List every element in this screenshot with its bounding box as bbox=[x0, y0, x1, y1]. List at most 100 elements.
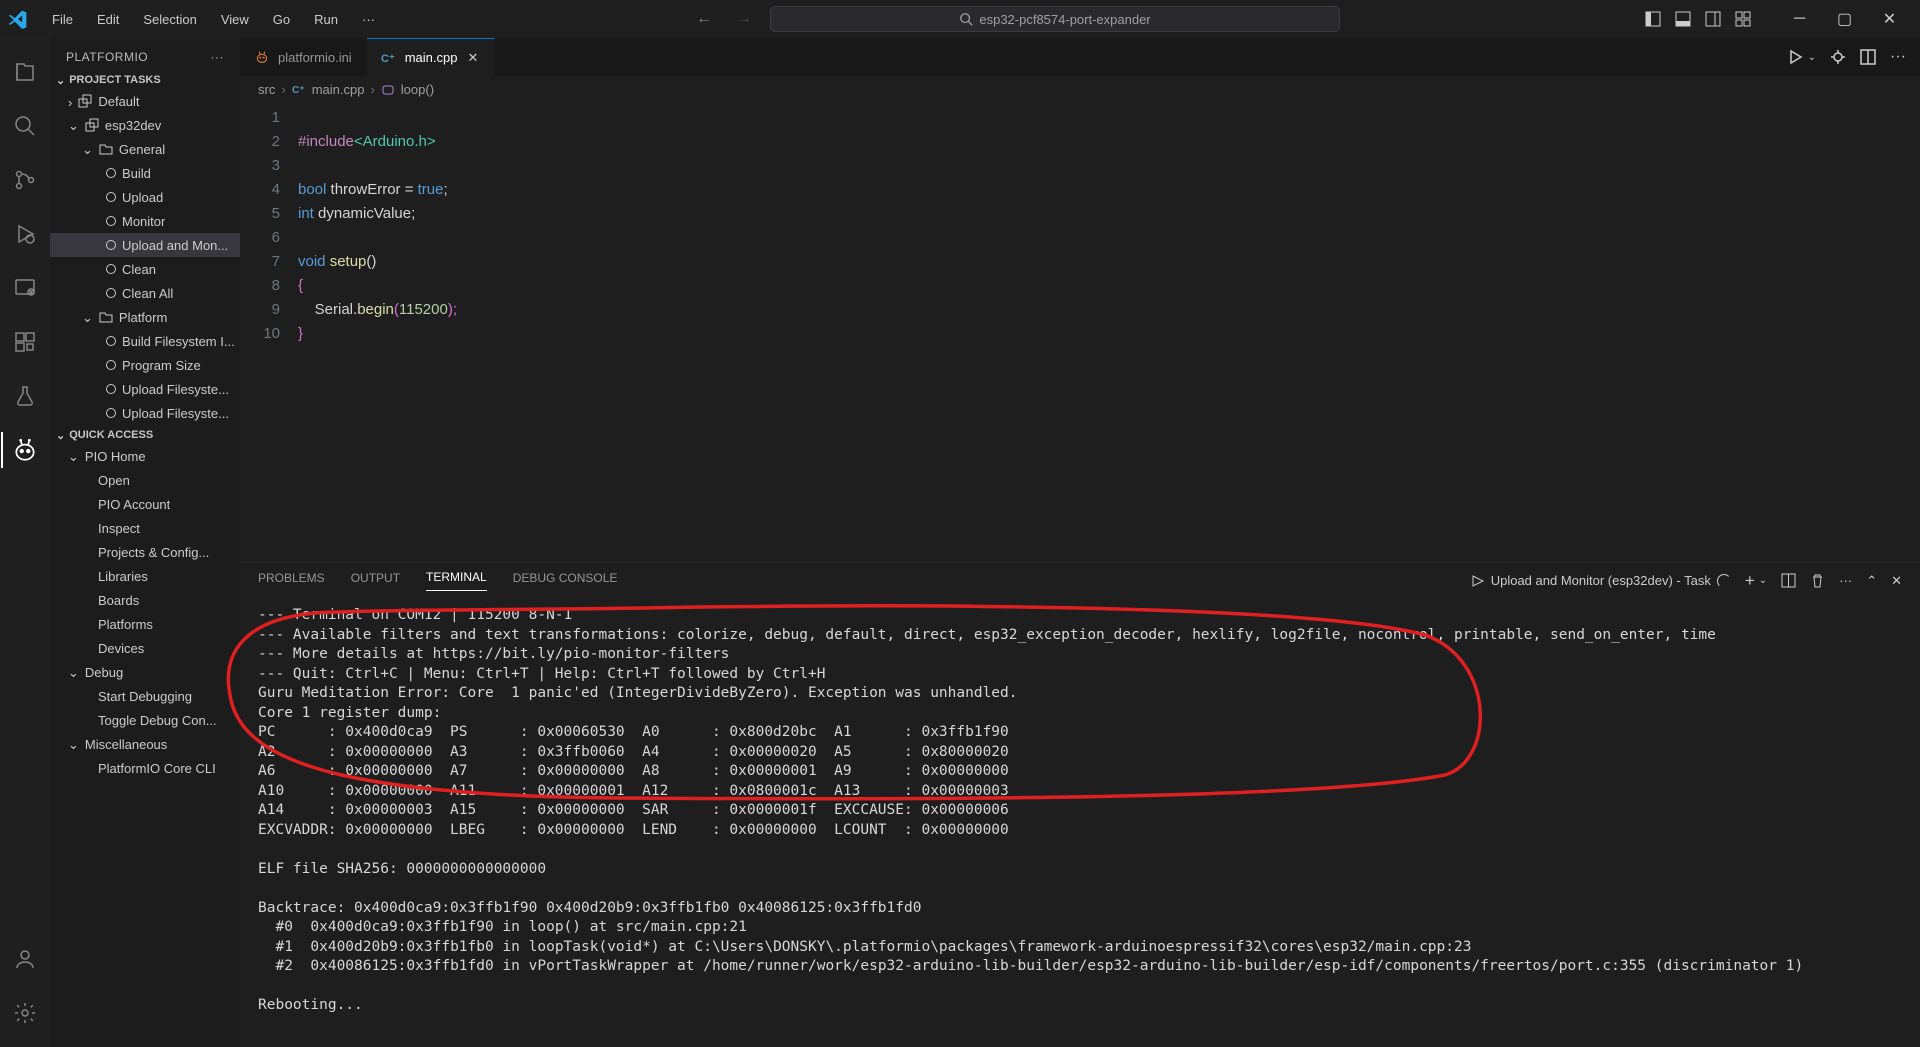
code-content: #include<Arduino.h> bool throwError = tr… bbox=[298, 102, 1920, 562]
tabs-bar: platformio.ini C⁺ main.cpp ✕ ⌄ ··· bbox=[240, 38, 1920, 76]
folder-platform[interactable]: ⌄Platform bbox=[50, 305, 240, 329]
title-bar: File Edit Selection View Go Run ··· ← → … bbox=[0, 0, 1920, 38]
spinner-icon bbox=[1717, 574, 1731, 588]
panel-more-icon[interactable]: ··· bbox=[1839, 573, 1852, 588]
run-icon[interactable] bbox=[1788, 49, 1804, 65]
activity-extensions-icon[interactable] bbox=[1, 318, 49, 366]
sidebar-more-icon[interactable]: ··· bbox=[211, 50, 225, 64]
panel: PROBLEMS OUTPUT TERMINAL DEBUG CONSOLE U… bbox=[240, 562, 1920, 1047]
panel-tab-output[interactable]: OUTPUT bbox=[351, 571, 400, 591]
activity-testing-icon[interactable] bbox=[1, 372, 49, 420]
task-clean-all[interactable]: Clean All bbox=[50, 281, 240, 305]
activity-explorer-icon[interactable] bbox=[1, 48, 49, 96]
panel-tab-terminal[interactable]: TERMINAL bbox=[426, 570, 487, 591]
layout-sidebar-left-icon[interactable] bbox=[1645, 11, 1661, 27]
kill-terminal-icon[interactable] bbox=[1810, 573, 1825, 588]
activity-remote-icon[interactable] bbox=[1, 264, 49, 312]
terminal-output[interactable]: --- Terminal on COM12 | 115200 8-N-1 ---… bbox=[240, 598, 1920, 1047]
task-build-fs[interactable]: Build Filesystem I... bbox=[50, 329, 240, 353]
run-dropdown-icon[interactable]: ⌄ bbox=[1808, 52, 1816, 63]
qa-open[interactable]: Open bbox=[50, 468, 240, 492]
panel-tabs: PROBLEMS OUTPUT TERMINAL DEBUG CONSOLE U… bbox=[240, 563, 1920, 598]
layout-sidebar-right-icon[interactable] bbox=[1705, 11, 1721, 27]
task-run-icon bbox=[1471, 574, 1485, 588]
qa-devices[interactable]: Devices bbox=[50, 636, 240, 660]
search-icon bbox=[959, 12, 973, 26]
sidebar: PLATFORMIO ··· ⌄PROJECT TASKS ›Default ⌄… bbox=[50, 38, 240, 1047]
task-upload[interactable]: Upload bbox=[50, 185, 240, 209]
menu-overflow[interactable]: ··· bbox=[352, 8, 385, 31]
qa-pio-home[interactable]: ⌄PIO Home bbox=[50, 444, 240, 468]
qa-start-debug[interactable]: Start Debugging bbox=[50, 684, 240, 708]
tab-close-icon[interactable]: ✕ bbox=[465, 50, 480, 66]
new-terminal-dropdown-icon[interactable]: ⌄ bbox=[1759, 575, 1767, 586]
panel-close-icon[interactable]: ✕ bbox=[1891, 573, 1902, 589]
qa-inspect[interactable]: Inspect bbox=[50, 516, 240, 540]
section-quick-access[interactable]: ⌄QUICK ACCESS bbox=[50, 425, 240, 444]
line-numbers: 12345678910 bbox=[240, 102, 298, 562]
window-close[interactable]: ✕ bbox=[1867, 4, 1912, 34]
window-maximize[interactable]: ▢ bbox=[1822, 4, 1867, 34]
menu-selection[interactable]: Selection bbox=[133, 8, 206, 31]
activity-accounts-icon[interactable] bbox=[1, 935, 49, 983]
tab-platformio-ini[interactable]: platformio.ini bbox=[240, 38, 367, 76]
activity-source-control-icon[interactable] bbox=[1, 156, 49, 204]
activity-platformio-icon[interactable] bbox=[1, 426, 49, 474]
tab-main-cpp[interactable]: C⁺ main.cpp ✕ bbox=[367, 38, 496, 76]
new-terminal-icon[interactable]: + bbox=[1745, 571, 1755, 591]
command-center[interactable]: esp32-pcf8574-port-expander bbox=[770, 6, 1340, 32]
task-upload-fs2[interactable]: Upload Filesyste... bbox=[50, 401, 240, 425]
task-build[interactable]: Build bbox=[50, 161, 240, 185]
layout-panel-icon[interactable] bbox=[1675, 11, 1691, 27]
editor-more-icon[interactable]: ··· bbox=[1890, 48, 1906, 66]
menu-file[interactable]: File bbox=[42, 8, 83, 31]
panel-tab-problems[interactable]: PROBLEMS bbox=[258, 571, 325, 591]
build-icon[interactable] bbox=[1830, 49, 1846, 65]
panel-tab-debug-console[interactable]: DEBUG CONSOLE bbox=[513, 571, 618, 591]
qa-cli[interactable]: PlatformIO Core CLI bbox=[50, 756, 240, 780]
panel-maximize-icon[interactable]: ⌃ bbox=[1866, 573, 1877, 589]
task-upload-fs1[interactable]: Upload Filesyste... bbox=[50, 377, 240, 401]
editor-area: platformio.ini C⁺ main.cpp ✕ ⌄ ··· src› … bbox=[240, 38, 1920, 1047]
nav-forward-icon[interactable]: → bbox=[730, 8, 758, 30]
split-editor-icon[interactable] bbox=[1860, 49, 1876, 65]
menu-run[interactable]: Run bbox=[304, 8, 348, 31]
task-upload-monitor[interactable]: Upload and Mon... bbox=[50, 233, 240, 257]
env-icon bbox=[78, 94, 92, 108]
qa-boards[interactable]: Boards bbox=[50, 588, 240, 612]
qa-projects[interactable]: Projects & Config... bbox=[50, 540, 240, 564]
task-program-size[interactable]: Program Size bbox=[50, 353, 240, 377]
breadcrumb[interactable]: src› C⁺ main.cpp› loop() bbox=[240, 76, 1920, 102]
menu-go[interactable]: Go bbox=[263, 8, 300, 31]
qa-platforms[interactable]: Platforms bbox=[50, 612, 240, 636]
section-project-tasks[interactable]: ⌄PROJECT TASKS bbox=[50, 70, 240, 89]
svg-text:C⁺: C⁺ bbox=[381, 53, 395, 65]
window-minimize[interactable]: ─ bbox=[1777, 4, 1822, 34]
task-clean[interactable]: Clean bbox=[50, 257, 240, 281]
sidebar-title: PLATFORMIO ··· bbox=[50, 38, 240, 70]
env-esp32dev[interactable]: ⌄esp32dev bbox=[50, 113, 240, 137]
env-default[interactable]: ›Default bbox=[50, 89, 240, 113]
activity-run-debug-icon[interactable] bbox=[1, 210, 49, 258]
task-indicator[interactable]: Upload and Monitor (esp32dev) - Task bbox=[1471, 573, 1731, 588]
qa-toggle-debug[interactable]: Toggle Debug Con... bbox=[50, 708, 240, 732]
svg-text:C⁺: C⁺ bbox=[292, 85, 305, 96]
env-icon bbox=[85, 118, 99, 132]
layout-customize-icon[interactable] bbox=[1735, 11, 1751, 27]
qa-account[interactable]: PIO Account bbox=[50, 492, 240, 516]
menu-edit[interactable]: Edit bbox=[87, 8, 129, 31]
code-editor[interactable]: 12345678910 #include<Arduino.h> bool thr… bbox=[240, 102, 1920, 562]
activity-search-icon[interactable] bbox=[1, 102, 49, 150]
task-monitor[interactable]: Monitor bbox=[50, 209, 240, 233]
vscode-logo-icon bbox=[8, 9, 28, 29]
qa-misc[interactable]: ⌄Miscellaneous bbox=[50, 732, 240, 756]
qa-libraries[interactable]: Libraries bbox=[50, 564, 240, 588]
qa-debug[interactable]: ⌄Debug bbox=[50, 660, 240, 684]
split-terminal-icon[interactable] bbox=[1781, 573, 1796, 588]
menu-view[interactable]: View bbox=[211, 8, 259, 31]
activity-settings-icon[interactable] bbox=[1, 989, 49, 1037]
folder-general[interactable]: ⌄General bbox=[50, 137, 240, 161]
folder-icon bbox=[99, 310, 113, 324]
nav-back-icon[interactable]: ← bbox=[690, 8, 718, 30]
folder-icon bbox=[99, 142, 113, 156]
